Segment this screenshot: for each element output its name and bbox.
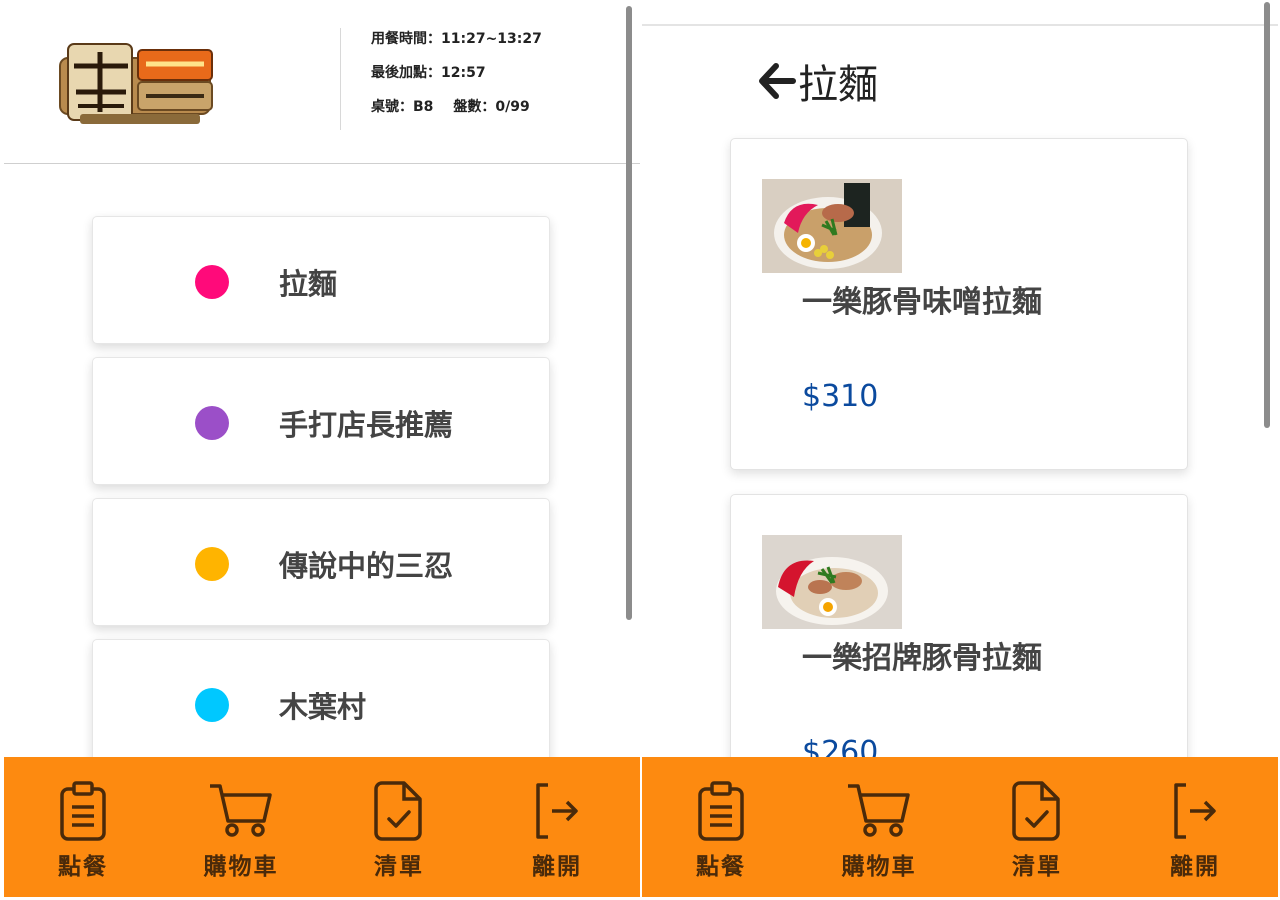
- item-list-screen: 拉麵 一樂豚骨味噌拉麵 $310 一樂招牌豚骨拉麵 $260 點餐 購物車 清單…: [642, 0, 1278, 900]
- category-label: 手打店長推薦: [279, 408, 454, 442]
- last-order-time: 最後加點：12:57: [371, 65, 486, 81]
- category-dot: [195, 547, 229, 581]
- category-card-legendary-sannin[interactable]: 傳說中的三忍: [92, 498, 550, 626]
- nav-order-button[interactable]: 點餐: [656, 757, 786, 897]
- nav-leave-label: 離開: [1170, 854, 1220, 880]
- category-card-recommended[interactable]: 手打店長推薦: [92, 357, 550, 485]
- menu-item-name: 一樂豚骨味噌拉麵: [802, 285, 1042, 320]
- top-line: [642, 24, 1278, 26]
- ramen-miso-image: [762, 179, 902, 273]
- back-button[interactable]: 拉麵: [758, 52, 878, 110]
- nav-list-button[interactable]: 清單: [972, 757, 1102, 897]
- plate-count: 盤數：0/99: [453, 99, 530, 115]
- nav-cart-button[interactable]: 購物車: [176, 757, 306, 897]
- bottom-nav: 點餐 購物車 清單 離開: [4, 757, 640, 897]
- nav-order-label: 點餐: [696, 854, 746, 880]
- nav-list-label: 清單: [1012, 854, 1062, 880]
- category-card-ramen[interactable]: 拉麵: [92, 216, 550, 344]
- nav-cart-label: 購物車: [203, 854, 279, 880]
- category-label: 拉麵: [279, 267, 338, 301]
- cart-icon: [848, 784, 910, 837]
- arrow-left-icon: [759, 63, 796, 99]
- nav-list-button[interactable]: 清單: [334, 757, 464, 897]
- bottom-nav: 點餐 購物車 清單 離開: [642, 757, 1278, 897]
- category-label: 傳說中的三忍: [279, 549, 454, 583]
- nav-cart-button[interactable]: 購物車: [814, 757, 944, 897]
- dining-time: 用餐時間：11:27~13:27: [371, 31, 542, 47]
- file-check-icon: [1012, 781, 1060, 841]
- nav-leave-button[interactable]: 離開: [492, 757, 622, 897]
- scrollbar[interactable]: [626, 6, 632, 620]
- nav-cart-label: 購物車: [841, 854, 917, 880]
- table-number: 桌號：B8: [371, 99, 434, 115]
- logout-icon: [536, 783, 578, 839]
- menu-item-name: 一樂招牌豚骨拉麵: [802, 641, 1042, 676]
- nav-order-label: 點餐: [58, 854, 108, 880]
- nav-leave-button[interactable]: 離開: [1130, 757, 1260, 897]
- cart-icon: [210, 784, 272, 837]
- restaurant-logo: [54, 36, 218, 128]
- category-dot: [195, 406, 229, 440]
- category-dot: [195, 265, 229, 299]
- back-title: 拉麵: [798, 62, 878, 108]
- logout-icon: [1174, 783, 1216, 839]
- header-bottom-line: [4, 163, 640, 164]
- file-check-icon: [374, 781, 422, 841]
- category-card-konoha[interactable]: 木葉村: [92, 639, 550, 767]
- nav-leave-label: 離開: [532, 854, 582, 880]
- nav-list-label: 清單: [374, 854, 424, 880]
- nav-order-button[interactable]: 點餐: [18, 757, 148, 897]
- clipboard-icon: [698, 781, 744, 841]
- category-label: 木葉村: [279, 690, 367, 724]
- table-info: 桌號：B8 盤數：0/99: [371, 96, 530, 116]
- menu-item-price: $310: [802, 379, 879, 414]
- category-screen: 用餐時間：11:27~13:27 最後加點：12:57 桌號：B8 盤數：0/99…: [4, 0, 640, 900]
- menu-item-card[interactable]: 一樂豚骨味噌拉麵 $310: [730, 138, 1188, 470]
- clipboard-icon: [60, 781, 106, 841]
- scrollbar[interactable]: [1264, 2, 1270, 428]
- header-divider: [340, 28, 341, 130]
- category-dot: [195, 688, 229, 722]
- ramen-tonkotsu-image: [762, 535, 902, 629]
